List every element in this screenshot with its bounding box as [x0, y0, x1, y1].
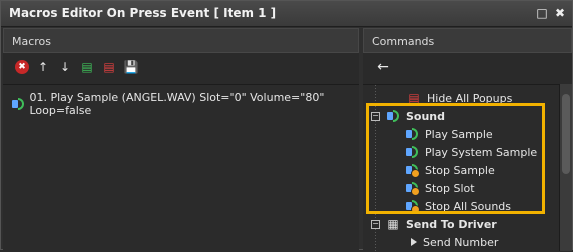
- speaker-play-icon: [405, 127, 419, 141]
- macros-panel: Macros ✖ ↑ ↓ ▤ ▤ 💾 01. Play Sample (ANGE…: [3, 28, 359, 252]
- commands-scrollbar[interactable]: [559, 84, 572, 251]
- restore-button[interactable]: □: [536, 7, 548, 19]
- tree-item-label: Send To Driver: [406, 217, 497, 231]
- commands-tree: ▤ Hide All Popups − Sound Play Sample Pl…: [363, 84, 560, 252]
- tree-item-stop-sample[interactable]: Stop Sample: [405, 161, 495, 179]
- tree-item-label: Stop All Sounds: [425, 199, 512, 213]
- save-icon: 💾: [123, 60, 139, 74]
- move-down-button[interactable]: ↓: [57, 59, 73, 75]
- tree-item-hide-all-popups[interactable]: ▤ Hide All Popups: [407, 89, 512, 107]
- window-title: Macros Editor On Press Event [ Item 1 ]: [9, 6, 277, 20]
- tree-item-stop-all-sounds[interactable]: Stop All Sounds: [405, 197, 511, 215]
- list-item[interactable]: 01. Play Sample (ANGEL.WAV) Slot="0" Vol…: [3, 85, 359, 123]
- tree-item-play-system-sample[interactable]: Play System Sample: [405, 143, 537, 161]
- speaker-stop-icon: [405, 199, 420, 214]
- commands-panel: Commands ← ▤ Hide All Popups − Sound Pla…: [363, 28, 572, 252]
- arrow-up-icon: ↑: [37, 60, 49, 74]
- play-triangle-icon: [411, 238, 417, 246]
- macros-editor-window: Macros Editor On Press Event [ Item 1 ] …: [0, 0, 573, 252]
- tree-item-stop-slot[interactable]: Stop Slot: [405, 179, 475, 197]
- macros-header: Macros: [3, 28, 359, 53]
- commands-toolbar: ←: [363, 53, 572, 81]
- tree-item-label: Stop Sample: [425, 163, 495, 177]
- close-button[interactable]: ✖: [554, 7, 566, 19]
- hide-popups-icon: ▤: [408, 91, 420, 105]
- macros-list: 01. Play Sample (ANGEL.WAV) Slot="0" Vol…: [3, 84, 359, 252]
- speaker-stop-icon: [405, 163, 420, 178]
- speaker-stop-icon: [405, 181, 420, 196]
- add-macro-button[interactable]: ▤: [79, 59, 95, 75]
- tree-item-play-sample[interactable]: Play Sample: [405, 125, 493, 143]
- driver-icon: ▦: [387, 217, 399, 231]
- arrow-left-icon: ←: [377, 59, 389, 75]
- tree-item-label: Play System Sample: [425, 145, 538, 159]
- speaker-icon: [386, 109, 400, 123]
- arrow-down-icon: ↓: [59, 60, 71, 74]
- move-up-button[interactable]: ↑: [35, 59, 51, 75]
- delete-macro-button[interactable]: ✖: [15, 60, 29, 74]
- delete-icon: ✖: [18, 62, 26, 72]
- tree-item-label: Sound: [406, 109, 446, 123]
- macros-toolbar: ✖ ↑ ↓ ▤ ▤ 💾: [3, 53, 359, 81]
- tree-item-label: Play Sample: [425, 127, 493, 141]
- tree-item-label: Stop Slot: [425, 181, 475, 195]
- back-button[interactable]: ←: [375, 59, 391, 75]
- speaker-play-icon: [11, 97, 24, 111]
- collapse-icon[interactable]: −: [371, 111, 380, 121]
- remove-icon: ▤: [103, 60, 115, 74]
- scrollbar-thumb[interactable]: [562, 94, 570, 174]
- restore-icon: □: [536, 6, 548, 20]
- tree-item-send-to-driver[interactable]: − ▦ Send To Driver: [371, 215, 497, 233]
- tree-item-label: Send Number: [423, 235, 499, 249]
- remove-macro-button[interactable]: ▤: [101, 59, 117, 75]
- title-bar: Macros Editor On Press Event [ Item 1 ] …: [1, 1, 572, 27]
- close-icon: ✖: [554, 6, 566, 20]
- collapse-icon[interactable]: −: [371, 219, 380, 229]
- macro-item-text: 01. Play Sample (ANGEL.WAV) Slot="0" Vol…: [29, 91, 325, 117]
- tree-item-sound[interactable]: − Sound: [371, 107, 445, 125]
- save-button[interactable]: 💾: [123, 59, 139, 75]
- speaker-play-icon: [405, 145, 419, 159]
- commands-header: Commands: [363, 28, 572, 53]
- tree-item-label: Hide All Popups: [427, 91, 513, 105]
- add-icon: ▤: [81, 60, 93, 74]
- tree-item-send-number[interactable]: Send Number: [411, 233, 498, 251]
